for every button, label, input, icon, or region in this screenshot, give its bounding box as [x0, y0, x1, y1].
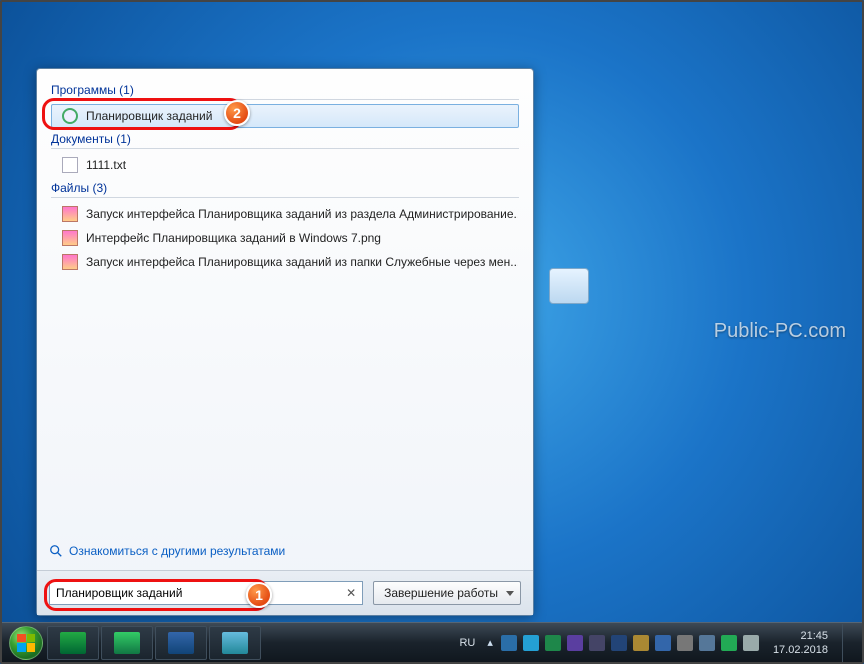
result-file[interactable]: Интерфейс Планировщика заданий в Windows… — [51, 226, 519, 250]
result-file[interactable]: Запуск интерфейса Планировщика заданий и… — [51, 250, 519, 274]
start-button[interactable] — [6, 623, 46, 663]
search-clear-icon[interactable]: ✕ — [343, 585, 359, 601]
excel-icon — [114, 632, 140, 654]
section-documents-title: Документы (1) — [51, 132, 519, 146]
network-icon[interactable] — [721, 635, 737, 651]
taskbar-app-excel[interactable] — [101, 626, 153, 660]
tray-icon[interactable] — [655, 635, 671, 651]
show-desktop-button[interactable] — [842, 624, 854, 662]
result-label: Запуск интерфейса Планировщика заданий и… — [86, 207, 519, 221]
result-label: Планировщик заданий — [86, 109, 212, 123]
flag-icon[interactable] — [677, 635, 693, 651]
image-file-icon — [62, 230, 78, 246]
search-input[interactable] — [49, 581, 363, 605]
search-box-wrap: ✕ — [49, 581, 363, 605]
tray-chevron-icon[interactable]: ▴ — [487, 636, 493, 649]
see-more-results-link[interactable]: Ознакомиться с другими результатами — [49, 544, 525, 558]
divider — [51, 148, 519, 149]
tray-icon[interactable] — [633, 635, 649, 651]
search-icon — [49, 544, 63, 558]
watermark-text: Public-PC.com — [714, 320, 846, 343]
tray-icon[interactable] — [501, 635, 517, 651]
taskbar: RU ▴ 21:45 17.02.2018 — [2, 622, 862, 662]
image-file-icon — [62, 254, 78, 270]
shutdown-label: Завершение работы — [384, 586, 498, 600]
taskbar-app-word[interactable] — [155, 626, 207, 660]
desktop-icon[interactable] — [545, 262, 593, 310]
taskbar-clock[interactable]: 21:45 17.02.2018 — [773, 629, 828, 657]
word-icon — [168, 632, 194, 654]
callout-badge-2: 2 — [224, 100, 250, 126]
section-programs-title: Программы (1) — [51, 83, 519, 97]
image-file-icon — [62, 206, 78, 222]
system-tray: RU ▴ 21:45 17.02.2018 — [451, 624, 862, 662]
taskmgr-icon — [60, 632, 86, 654]
tray-icon[interactable] — [699, 635, 715, 651]
start-menu-bottom-bar: ✕ Завершение работы — [37, 570, 533, 615]
start-menu-results: Программы (1) Планировщик заданий Докуме… — [37, 69, 533, 540]
callout-badge-1: 1 — [246, 582, 272, 608]
desktop-icon-glyph — [549, 268, 589, 304]
divider — [51, 197, 519, 198]
windows-flag-icon — [17, 634, 35, 652]
result-document[interactable]: 1111.txt — [51, 153, 519, 177]
result-file[interactable]: Запуск интерфейса Планировщика заданий и… — [51, 202, 519, 226]
tray-icon[interactable] — [611, 635, 627, 651]
tray-icon[interactable] — [567, 635, 583, 651]
explorer-icon — [222, 632, 248, 654]
clock-time: 21:45 — [773, 629, 828, 643]
divider — [51, 99, 519, 100]
result-label: 1111.txt — [86, 158, 126, 172]
tray-icons — [501, 635, 759, 651]
clock-icon — [62, 108, 78, 124]
volume-icon[interactable] — [743, 635, 759, 651]
tray-icon[interactable] — [589, 635, 605, 651]
txt-file-icon — [62, 157, 78, 173]
see-more-label: Ознакомиться с другими результатами — [69, 544, 285, 558]
start-menu-footer: Ознакомиться с другими результатами — [37, 540, 533, 570]
result-task-scheduler[interactable]: Планировщик заданий — [51, 104, 519, 128]
result-label: Запуск интерфейса Планировщика заданий и… — [86, 255, 519, 269]
taskbar-app-explorer[interactable] — [209, 626, 261, 660]
taskbar-app-taskmgr[interactable] — [47, 626, 99, 660]
section-files-title: Файлы (3) — [51, 181, 519, 195]
language-indicator[interactable]: RU — [455, 637, 479, 649]
start-orb-icon — [9, 626, 43, 660]
result-label: Интерфейс Планировщика заданий в Windows… — [86, 231, 381, 245]
start-menu: Программы (1) Планировщик заданий Докуме… — [36, 68, 534, 616]
clock-date: 17.02.2018 — [773, 643, 828, 657]
shutdown-button[interactable]: Завершение работы — [373, 581, 521, 605]
tray-icon[interactable] — [545, 635, 561, 651]
tray-icon[interactable] — [523, 635, 539, 651]
